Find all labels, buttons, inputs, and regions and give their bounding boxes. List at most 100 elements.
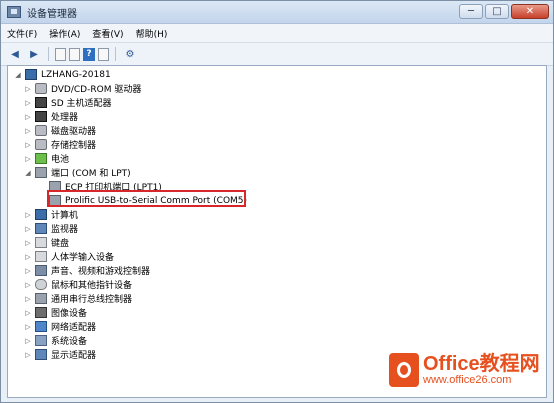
- drive-icon: [35, 125, 47, 136]
- tree-item-battery[interactable]: ▷ 电池: [24, 152, 69, 165]
- battery-icon: [35, 153, 47, 164]
- expand-arrow-icon[interactable]: ▷: [24, 309, 32, 317]
- tree-item-label: DVD/CD-ROM 驱动器: [51, 85, 142, 95]
- computer-icon: [35, 209, 47, 220]
- device-tree: ◢ LZHANG-20181 ▷ DVD/CD-ROM 驱动器 ▷ SD 主机适…: [7, 65, 547, 398]
- sound-icon: [35, 265, 47, 276]
- collapse-arrow-icon[interactable]: ◢: [24, 169, 32, 177]
- tree-item-label: 电池: [51, 155, 70, 165]
- expand-arrow-icon[interactable]: ▷: [24, 99, 32, 107]
- keyboard-icon: [35, 237, 47, 248]
- expand-arrow-icon[interactable]: ▷: [24, 155, 32, 163]
- tree-item-keyboard[interactable]: ▷ 键盘: [24, 236, 69, 249]
- tree-item-label: 显示适配器: [51, 351, 97, 361]
- tree-root[interactable]: ◢ LZHANG-20181: [14, 68, 111, 81]
- expand-arrow-icon[interactable]: ▷: [24, 225, 32, 233]
- system-icon: [35, 335, 47, 346]
- device-view-icon[interactable]: [98, 47, 109, 61]
- window-controls: ─ □ ✕: [459, 4, 549, 19]
- properties-icon[interactable]: [55, 47, 66, 61]
- menu-file[interactable]: 文件(F): [7, 27, 37, 40]
- office-logo-icon: [389, 353, 419, 387]
- expand-arrow-icon[interactable]: ▷: [24, 323, 32, 331]
- tree-item-label: 鼠标和其他指针设备: [51, 281, 133, 291]
- tree-item-computer[interactable]: ▷ 计算机: [24, 208, 78, 221]
- expand-arrow-icon[interactable]: ▷: [24, 211, 32, 219]
- tree-item-mouse[interactable]: ▷ 鼠标和其他指针设备: [24, 278, 132, 291]
- expand-arrow-icon[interactable]: ▷: [24, 351, 32, 359]
- drive-icon: [35, 139, 47, 150]
- tree-root-label: LZHANG-20181: [41, 69, 111, 80]
- menu-action[interactable]: 操作(A): [49, 27, 80, 40]
- toolbar: ◀ ▶ ? ⚙: [1, 43, 553, 66]
- expand-arrow-icon[interactable]: ▷: [24, 141, 32, 149]
- window-title: 设备管理器: [27, 8, 77, 20]
- help-icon[interactable]: ?: [83, 47, 95, 61]
- tree-item-network[interactable]: ▷ 网络适配器: [24, 320, 96, 333]
- tree-item-label: 通用串行总线控制器: [51, 295, 133, 305]
- network-icon: [35, 321, 47, 332]
- monitor-icon: [35, 223, 47, 234]
- expand-arrow-icon[interactable]: ▷: [24, 85, 32, 93]
- expand-arrow-icon[interactable]: ▷: [24, 295, 32, 303]
- hid-icon: [35, 251, 47, 262]
- expand-arrow-icon[interactable]: ▷: [24, 239, 32, 247]
- forward-arrow-icon[interactable]: ▶: [26, 46, 42, 62]
- tree-item-dvd[interactable]: ▷ DVD/CD-ROM 驱动器: [24, 82, 141, 95]
- list-view-icon[interactable]: [69, 47, 80, 61]
- expand-arrow-icon[interactable]: ▷: [24, 267, 32, 275]
- watermark: Office教程网 www.office26.com: [389, 353, 540, 387]
- tree-item-sd-host[interactable]: ▷ SD 主机适配器: [24, 96, 112, 109]
- tree-item-imaging[interactable]: ▷ 图像设备: [24, 306, 87, 319]
- tree-item-storage-controller[interactable]: ▷ 存储控制器: [24, 138, 96, 151]
- expand-arrow-icon[interactable]: ▷: [24, 337, 32, 345]
- usb-icon: [35, 293, 47, 304]
- mouse-icon: [35, 279, 47, 290]
- tree-item-label: 磁盘驱动器: [51, 127, 97, 137]
- tree-item-processor[interactable]: ▷ 处理器: [24, 110, 78, 123]
- tree-item-label: 计算机: [51, 211, 79, 221]
- menu-view[interactable]: 查看(V): [92, 27, 123, 40]
- maximize-button[interactable]: □: [485, 4, 509, 19]
- tree-item-hid[interactable]: ▷ 人体学输入设备: [24, 250, 114, 263]
- tree-item-usb[interactable]: ▷ 通用串行总线控制器: [24, 292, 132, 305]
- device-manager-window: 设备管理器 ─ □ ✕ 文件(F) 操作(A) 查看(V) 帮助(H) ◀ ▶ …: [0, 0, 554, 403]
- expand-arrow-icon[interactable]: ▷: [24, 281, 32, 289]
- highlight-box: [47, 190, 246, 207]
- toolbar-separator: [48, 47, 49, 61]
- tree-item-label: 端口 (COM 和 LPT): [51, 169, 131, 179]
- expand-arrow-icon[interactable]: ▷: [24, 253, 32, 261]
- expand-arrow-icon[interactable]: ▷: [24, 113, 32, 121]
- tree-item-label: 系统设备: [51, 337, 88, 347]
- collapse-arrow-icon[interactable]: ◢: [14, 71, 22, 79]
- tree-item-label: 声音、视频和游戏控制器: [51, 267, 151, 277]
- tree-item-label: 监视器: [51, 225, 79, 235]
- tree-item-label: 网络适配器: [51, 323, 97, 333]
- minimize-button[interactable]: ─: [459, 4, 483, 19]
- close-button[interactable]: ✕: [511, 4, 549, 19]
- back-arrow-icon[interactable]: ◀: [7, 46, 23, 62]
- computer-icon: [25, 69, 37, 80]
- chip-icon: [35, 97, 47, 108]
- toolbar-separator: [115, 47, 116, 61]
- tree-item-label: 键盘: [51, 239, 70, 249]
- tree-item-monitor[interactable]: ▷ 监视器: [24, 222, 78, 235]
- tree-item-ports[interactable]: ◢ 端口 (COM 和 LPT): [24, 166, 131, 179]
- tree-item-label: 图像设备: [51, 309, 88, 319]
- tree-item-system[interactable]: ▷ 系统设备: [24, 334, 87, 347]
- watermark-text: Office教程网 www.office26.com: [423, 352, 540, 387]
- title-bar: 设备管理器 ─ □ ✕: [1, 1, 553, 24]
- tree-item-label: 存储控制器: [51, 141, 97, 151]
- tree-item-disk-drive[interactable]: ▷ 磁盘驱动器: [24, 124, 96, 137]
- watermark-sub: www.office26.com: [423, 373, 512, 386]
- tree-item-display[interactable]: ▷ 显示适配器: [24, 348, 96, 361]
- device-manager-icon: [7, 6, 21, 18]
- tree-item-label: 人体学输入设备: [51, 253, 115, 263]
- tree-item-sound[interactable]: ▷ 声音、视频和游戏控制器: [24, 264, 150, 277]
- camera-icon: [35, 307, 47, 318]
- expand-arrow-icon[interactable]: ▷: [24, 127, 32, 135]
- drive-icon: [35, 83, 47, 94]
- watermark-main: Office教程网: [423, 352, 540, 375]
- menu-help[interactable]: 帮助(H): [136, 27, 168, 40]
- scan-hardware-icon[interactable]: ⚙: [122, 46, 138, 62]
